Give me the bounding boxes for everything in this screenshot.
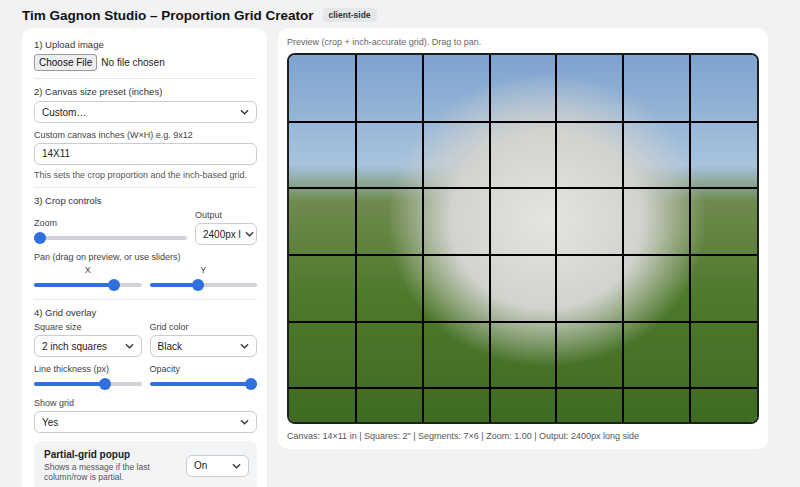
slider-track <box>34 283 142 287</box>
slider-thumb[interactable] <box>34 232 46 244</box>
grid-line <box>422 55 424 422</box>
slider-thumb[interactable] <box>108 279 120 291</box>
slider-thumb[interactable] <box>99 378 111 390</box>
section-heading: 3) Crop controls <box>34 195 257 206</box>
field-label: Custom canvas inches (W×H) e.g. 9x12 <box>34 130 257 140</box>
chevron-down-icon <box>240 109 249 115</box>
pan-field: Y <box>150 265 258 292</box>
section-heading: 4) Grid overlay <box>34 307 257 318</box>
square-size-field: Square size 2 inch squares <box>34 322 142 357</box>
hint-text: This sets the crop proportion and the in… <box>34 170 257 180</box>
show-grid-select[interactable]: Yes <box>34 411 257 433</box>
slider-track <box>34 382 142 386</box>
select-value: On <box>194 460 207 471</box>
preset-select[interactable]: Custom… <box>34 101 257 123</box>
select-value: Yes <box>42 417 58 428</box>
select-value: Custom… <box>42 107 86 118</box>
field-label: X <box>34 265 142 275</box>
opacity-field: Opacity <box>150 364 258 391</box>
grid-line <box>289 254 757 256</box>
slider-track <box>34 236 187 240</box>
section-heading: 2) Canvas size preset (inches) <box>34 86 257 97</box>
select-value: 2400px l <box>203 229 241 240</box>
file-name: No file chosen <box>101 57 164 68</box>
field-label: Square size <box>34 322 142 332</box>
zoom-output-row: Zoom Output 2400px l <box>34 210 257 245</box>
popup-title: Partial-grid popup <box>44 449 178 460</box>
preview-caption: Preview (crop + inch-accurate grid). Dra… <box>287 37 759 47</box>
field-label: Pan (drag on preview, or use sliders) <box>34 252 257 262</box>
grid-line <box>622 55 624 422</box>
app-page: Tim Gagnon Studio – Proportion Grid Crea… <box>0 0 800 487</box>
line-thickness-slider[interactable] <box>34 377 142 391</box>
crop-section: 3) Crop controls Zoom Output 2400px l Pan (d… <box>34 187 257 299</box>
field-label: Output <box>195 210 257 220</box>
field-label: Line thickness (px) <box>34 364 142 374</box>
header: Tim Gagnon Studio – Proportion Grid Crea… <box>22 4 778 26</box>
slider-fill <box>34 382 107 386</box>
choose-file-button[interactable]: Choose File <box>34 54 97 71</box>
popup-description: Shows a message if the last column/row i… <box>44 462 178 482</box>
grid-section: 4) Grid overlay Square size 2 inch squares… <box>34 299 257 487</box>
zoom-slider[interactable] <box>34 231 187 245</box>
select-value: 2 inch squares <box>42 341 107 352</box>
grid-line <box>289 187 757 189</box>
pan-row: XY <box>34 265 257 292</box>
field-label: Y <box>150 265 258 275</box>
field-label: Zoom <box>34 218 187 228</box>
field-label: Grid color <box>150 322 258 332</box>
grid-line <box>289 387 757 389</box>
status-line: Canvas: 14×11 in | Squares: 2" | Segment… <box>287 431 759 441</box>
preview-panel: Preview (crop + inch-accurate grid). Dra… <box>278 28 768 449</box>
grid-select-row: Square size 2 inch squares Grid color Black <box>34 322 257 357</box>
chevron-down-icon <box>240 343 249 349</box>
chevron-down-icon <box>245 231 254 237</box>
pan-field: X <box>34 265 142 292</box>
section-heading: 1) Upload image <box>34 39 257 50</box>
partial-grid-popup-setting: Partial-grid popup Shows a message if the… <box>34 441 257 487</box>
chevron-down-icon <box>240 419 249 425</box>
square-size-select[interactable]: 2 inch squares <box>34 335 142 357</box>
custom-inches-input[interactable]: 14X11 <box>34 143 257 165</box>
popup-select[interactable]: On <box>186 455 249 477</box>
grid-line <box>289 121 757 123</box>
select-value: Black <box>158 341 182 352</box>
grid-slider-row: Line thickness (px) Opacity <box>34 364 257 391</box>
grid-color-field: Grid color Black <box>150 322 258 357</box>
slider-thumb[interactable] <box>192 279 204 291</box>
chevron-down-icon <box>125 343 134 349</box>
grid-line <box>289 321 757 323</box>
slider-track <box>150 382 258 386</box>
pan-slider[interactable] <box>34 278 142 292</box>
preview-canvas[interactable] <box>287 53 759 424</box>
slider-fill <box>34 283 117 287</box>
line-thickness-field: Line thickness (px) <box>34 364 142 391</box>
grid-line <box>489 55 491 422</box>
slider-thumb[interactable] <box>245 378 257 390</box>
popup-text: Partial-grid popup Shows a message if the… <box>44 449 178 482</box>
file-input[interactable]: Choose File No file chosen <box>34 54 257 71</box>
chevron-down-icon <box>232 463 241 469</box>
grid-line <box>689 55 691 422</box>
grid-color-select[interactable]: Black <box>150 335 258 357</box>
app-title: Tim Gagnon Studio – Proportion Grid Crea… <box>22 8 314 23</box>
field-label: Opacity <box>150 364 258 374</box>
photo <box>289 55 757 422</box>
upload-section: 1) Upload image Choose File No file chosen <box>34 32 257 78</box>
slider-fill <box>150 283 198 287</box>
output-field: Output 2400px l <box>195 210 257 245</box>
canvas-section: 2) Canvas size preset (inches) Custom… Cus… <box>34 78 257 187</box>
slider-fill <box>150 382 258 386</box>
pan-slider[interactable] <box>150 278 258 292</box>
grid-line <box>355 55 357 422</box>
output-select[interactable]: 2400px l <box>195 223 257 245</box>
field-label: Show grid <box>34 398 257 408</box>
grid-line <box>555 55 557 422</box>
client-side-badge: client-side <box>323 8 377 22</box>
controls-panel: 1) Upload image Choose File No file chosen… <box>22 28 267 487</box>
opacity-slider[interactable] <box>150 377 258 391</box>
zoom-field: Zoom <box>34 218 187 245</box>
columns: 1) Upload image Choose File No file chosen… <box>22 28 778 487</box>
